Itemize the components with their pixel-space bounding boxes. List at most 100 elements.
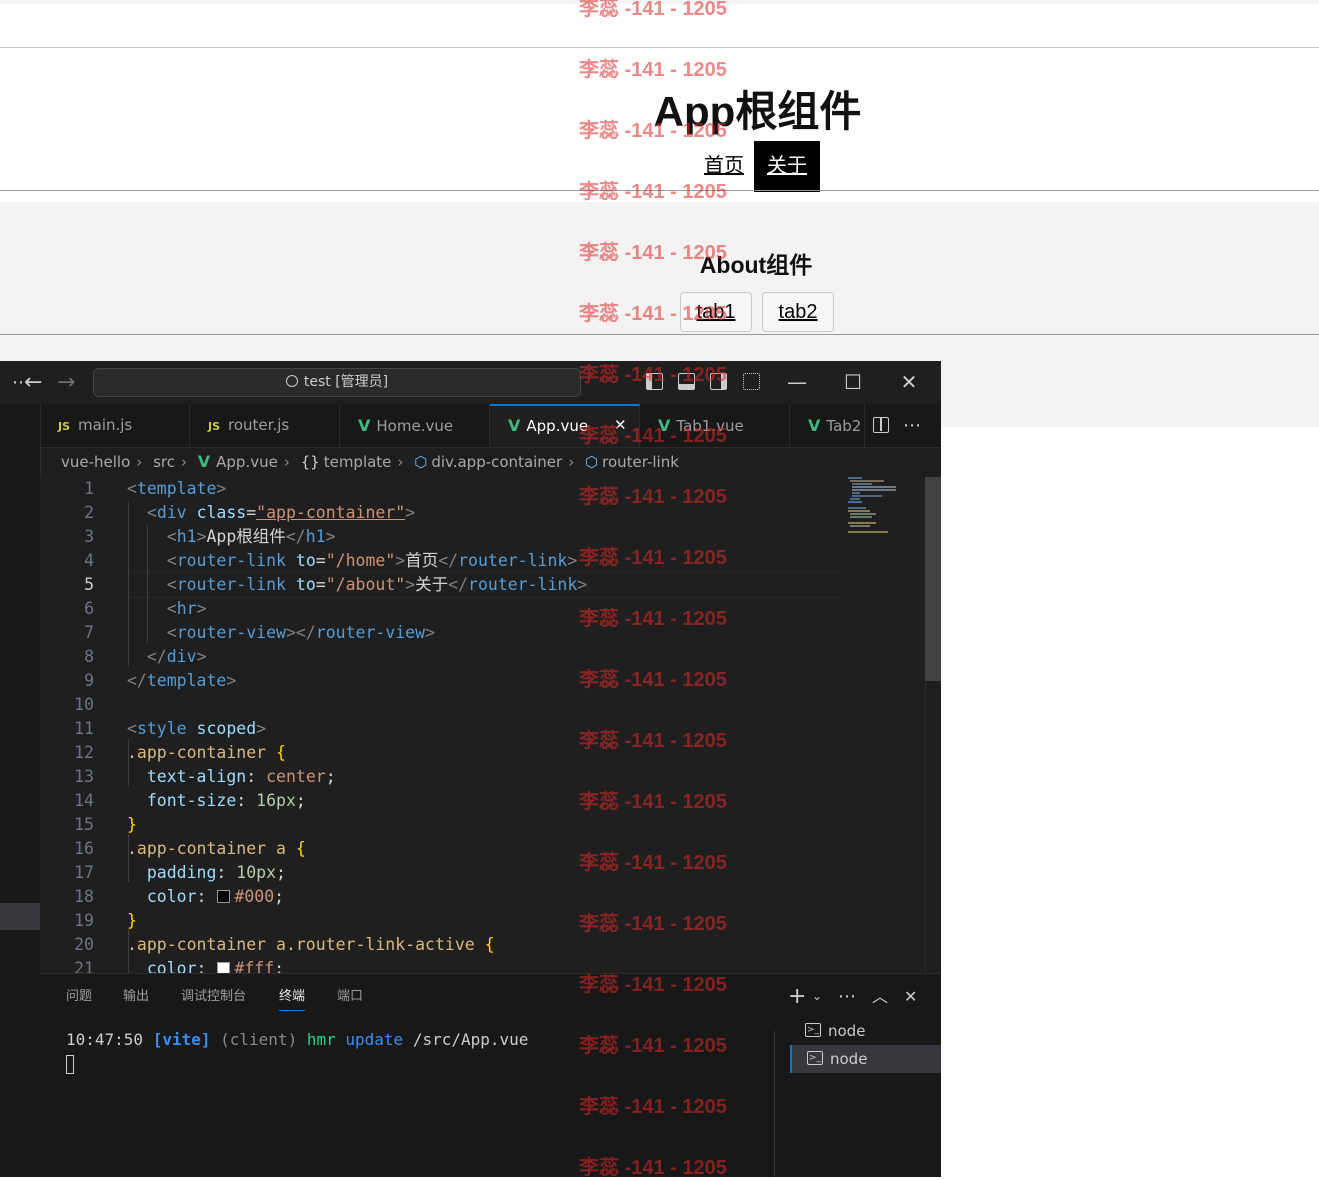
code-token: div [156,503,187,522]
vscode-window: ⋯ ← → test [管理员] — ☐ ✕ ⋯ JS main.js JS rou… [0,361,941,1177]
line-number: 9 [84,671,94,690]
code-token: center [266,767,326,786]
split-editor-icon[interactable] [873,417,889,433]
editor-more-actions-icon[interactable]: ⋯ [903,404,921,447]
terminal-client: (client) [220,1030,298,1049]
code-token: template [146,671,227,690]
watermark: 李蕊 -141 - 1205 [579,669,727,691]
line-number: 4 [84,551,94,570]
code-token: router-link [176,575,286,594]
back-arrow-icon[interactable]: ← [24,361,42,404]
close-window-icon[interactable]: ✕ [881,361,937,404]
code-line: 20 .app-container a.router-link-active { [40,933,840,957]
search-icon [285,375,298,387]
breadcrumb-item[interactable]: router-link [602,453,679,471]
tab-router-js[interactable]: JS router.js [190,404,340,447]
code-token: h1 [305,527,326,546]
code-line: 10 [40,693,840,717]
panel-tab-ports[interactable]: 端口 [337,974,363,1019]
line-number: 11 [74,719,94,738]
color-swatch[interactable] [217,890,231,903]
terminal-instance[interactable]: >_ node [790,1017,941,1045]
watermark: 李蕊 -141 - 1205 [579,364,727,386]
code-token: .app-container a.router-link-active [127,935,475,954]
watermark: 李蕊 -141 - 1205 [579,974,727,996]
breadcrumb-item[interactable]: src [153,453,175,471]
code-token: class [196,503,247,522]
breadcrumb-item[interactable]: App.vue [216,453,278,471]
editor-scrollbar-thumb[interactable] [925,477,941,681]
line-number: 5 [84,575,94,594]
code-token: scoped [196,719,257,738]
divider [0,47,1319,48]
tab-tab2-vue[interactable]: V Tab2 [790,404,865,447]
command-center[interactable]: test [管理员] [93,368,581,397]
tab-label: router.js [228,416,290,434]
tab2-link[interactable]: tab2 [762,292,834,332]
code-line: 5 <router-link to="/about">关于</router-li… [40,573,840,597]
tab-main-js[interactable]: JS main.js [40,404,190,447]
watermark: 李蕊 -141 - 1205 [579,1157,727,1179]
close-panel-icon[interactable]: ✕ [904,974,917,1019]
watermark: 李蕊 -141 - 1205 [579,1035,727,1057]
watermark: 李蕊 -141 - 1205 [579,425,727,447]
terminal-instance-label: node [828,1022,866,1040]
terminal-hmr: hmr [306,1030,336,1049]
maximize-icon[interactable]: ☐ [825,361,881,404]
line-number: 6 [84,599,94,618]
watermark: 李蕊 -141 - 1205 [579,120,727,142]
code-token: font-size [146,791,237,810]
watermark: 李蕊 -141 - 1205 [579,0,727,20]
terminal-instance[interactable]: >_ node [790,1045,941,1073]
code-token: color [146,887,197,906]
terminal-cursor[interactable] [66,1055,74,1074]
breadcrumb-item[interactable]: template [324,453,392,471]
terminal-output-line: 10:47:50 [vite] (client) hmr update /src… [66,1030,528,1049]
panel-tab-debug-console[interactable]: 调试控制台 [181,974,246,1019]
panel-tab-problems[interactable]: 问题 [66,974,92,1019]
code-token: template [136,479,217,498]
tab-home-vue[interactable]: V Home.vue [340,404,490,447]
chevron-down-icon[interactable]: ⌄ [812,974,822,1019]
line-number: 18 [74,887,94,906]
chevron-right-icon: › [568,453,575,471]
tab-label: main.js [78,416,133,434]
code-token: .app-container [127,743,267,762]
terminal-split-divider[interactable] [774,1031,775,1177]
chevron-right-icon: › [136,453,143,471]
minimap[interactable] [848,477,908,537]
nav-link-about[interactable]: 关于 [754,141,820,192]
vue-file-icon: V [508,416,521,435]
tab-label: Home.vue [376,417,454,435]
terminal-update: update [345,1030,404,1049]
editor-tab-bar: ⋯ JSmain.js JSrouter.js VHome.vue VApp.v… [0,404,941,448]
line-number: 17 [74,863,94,882]
maximize-panel-icon[interactable]: ︿ [872,974,888,1019]
forward-arrow-icon[interactable]: → [57,361,75,404]
customize-layout-icon[interactable] [743,373,760,390]
code-token: router-link [176,551,286,570]
watermark: 李蕊 -141 - 1205 [579,59,727,81]
title-bar: ⋯ ← → test [管理员] — ☐ ✕ [0,361,941,405]
code-editor[interactable]: 1 <template> 2 <div class="app-container"… [40,477,941,978]
new-terminal-icon[interactable]: + [788,974,806,1019]
watermark: 李蕊 -141 - 1205 [579,486,727,508]
panel-tab-terminal[interactable]: 终端 [279,974,306,1019]
terminal-icon: >_ [805,1023,821,1037]
code-token: .app-container a [127,839,286,858]
chevron-right-icon: › [180,453,187,471]
code-token: "/home" [325,551,396,570]
breadcrumb-item[interactable]: div.app-container [431,453,562,471]
breadcrumb-item[interactable]: vue-hello [61,453,130,471]
code-token: router-view [315,623,426,642]
activity-selected-item[interactable] [0,903,40,930]
panel-more-icon[interactable]: ⋯ [838,974,856,1019]
minimize-icon[interactable]: — [769,361,825,404]
panel-tab-output[interactable]: 输出 [123,974,149,1019]
watermark: 李蕊 -141 - 1205 [579,608,727,630]
watermark: 李蕊 -141 - 1205 [579,913,727,935]
cube-icon: ⬡ [414,453,428,471]
braces-icon: {} [300,453,320,471]
code-token: div [166,647,197,666]
code-token: style [136,719,187,738]
